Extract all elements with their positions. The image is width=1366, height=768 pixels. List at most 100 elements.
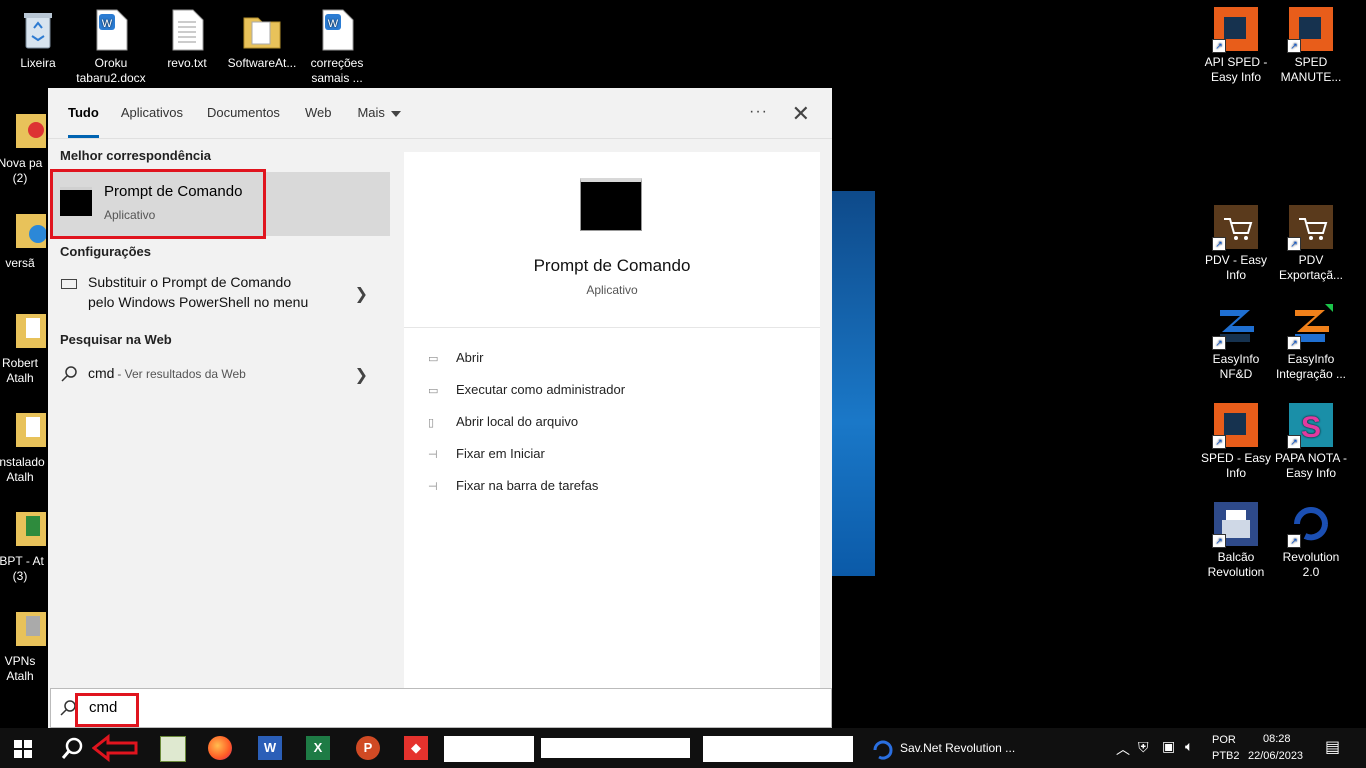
search-box[interactable]: cmd <box>50 688 832 728</box>
desktop-icon-softwareat[interactable]: SoftwareAt... <box>224 8 300 71</box>
search-icon[interactable] <box>60 737 84 761</box>
web-search-item[interactable]: cmd - Ver resultados da Web ❯ <box>48 363 388 387</box>
folder-shortcut-icon <box>16 506 46 550</box>
sped-app-icon: ↗ <box>1212 7 1258 53</box>
desktop-icon-lixeira[interactable]: Lixeira <box>0 8 76 71</box>
desktop-icon-oroku-docx[interactable]: W Oroku tabaru2.docx <box>73 8 149 86</box>
more-options-icon[interactable]: ··· <box>749 103 768 121</box>
sped-app-icon: ↗ <box>1287 7 1333 53</box>
powerpoint-icon[interactable]: P <box>356 736 380 760</box>
tab-web[interactable]: Web <box>305 88 332 138</box>
tab-aplicativos[interactable]: Aplicativos <box>121 88 183 138</box>
tab-mais-label: Mais <box>357 105 385 120</box>
shortcut-arrow-icon: ↗ <box>1287 435 1301 449</box>
desktop-icon-label: EasyInfo Integração ... <box>1275 352 1347 381</box>
desktop-icon-label: PDV Exportaçã... <box>1278 253 1344 282</box>
taskbar-app-button[interactable] <box>541 738 690 758</box>
shortcut-arrow-icon: ↗ <box>1287 336 1301 350</box>
recycle-bin-icon <box>16 8 60 52</box>
desktop-icon-instalado[interactable]: Instalado Atalh <box>0 407 52 485</box>
clock-time[interactable]: 08:28 <box>1263 733 1291 745</box>
svg-text:W: W <box>328 18 339 30</box>
shortcut-arrow-icon: ↗ <box>1212 39 1226 53</box>
shortcut-arrow-icon: ↗ <box>1287 534 1301 548</box>
tab-documentos[interactable]: Documentos <box>207 88 280 138</box>
desktop-icon-label: Nova pa (2) <box>0 156 43 185</box>
folder-icon <box>240 8 284 52</box>
windows-start-icon[interactable] <box>14 740 38 764</box>
desktop-icon-robert[interactable]: Robert Atalh <box>0 308 52 386</box>
desktop-icon-vpns[interactable]: VPNs Atalh <box>0 606 52 684</box>
desktop-icon-papa-nota[interactable]: S ↗ PAPA NOTA - Easy Info <box>1273 403 1349 481</box>
config-item-line2: pelo Windows PowerShell no menu <box>88 294 309 310</box>
language-secondary[interactable]: PTB2 <box>1212 750 1240 762</box>
chevron-up-icon[interactable]: ︿ <box>1116 739 1130 759</box>
volume-icon[interactable]: 🔈︎ <box>1185 738 1193 755</box>
network-icon[interactable]: ▣ <box>1162 738 1175 755</box>
word-document-icon: W <box>89 8 133 52</box>
desktop-icon-versao[interactable]: versã <box>0 208 52 271</box>
best-match-title: Prompt de Comando <box>104 183 243 200</box>
clock-date[interactable]: 22/06/2023 <box>1248 750 1303 762</box>
firefox-icon[interactable] <box>208 736 232 760</box>
action-label: Abrir local do arquivo <box>456 414 579 429</box>
action-pin-taskbar[interactable]: ⊣ Fixar na barra de tarefas <box>428 478 598 493</box>
desktop-icon-ibpt[interactable]: IBPT - At (3) <box>0 506 52 584</box>
desktop-icon-label: revo.txt <box>167 56 207 70</box>
web-query: cmd <box>88 365 115 381</box>
pin-icon: ⊣ <box>428 481 438 493</box>
desktop-icon-sped-manute[interactable]: ↗ SPED MANUTE... <box>1273 7 1349 85</box>
search-panel: Tudo Aplicativos Documentos Web Mais ···… <box>48 88 832 728</box>
desktop-icon-nova-pasta[interactable]: Nova pa (2) <box>0 108 52 186</box>
desktop-icon-label: PAPA NOTA - Easy Info <box>1274 451 1348 480</box>
action-label: Fixar em Iniciar <box>456 446 545 461</box>
cash-register-icon: ↗ <box>1212 502 1258 548</box>
desktop-icon-revo-txt[interactable]: revo.txt <box>149 8 225 71</box>
svg-text:S: S <box>1301 411 1321 444</box>
notification-icon[interactable]: ▤ <box>1325 737 1340 757</box>
command-prompt-icon <box>580 178 642 231</box>
action-run-as-admin[interactable]: ▭ Executar como administrador <box>428 382 625 397</box>
desktop-icon-pdv-exportacao[interactable]: ↗ PDV Exportaçã... <box>1273 205 1349 283</box>
close-icon[interactable]: ✕ <box>792 101 810 127</box>
language-primary[interactable]: POR <box>1212 734 1236 746</box>
text-file-icon <box>165 8 209 52</box>
best-match-item[interactable]: Prompt de Comando Aplicativo <box>50 169 390 239</box>
desktop-icon-revolution[interactable]: ↗ Revolution 2.0 <box>1273 502 1349 580</box>
action-pin-start[interactable]: ⊣ Fixar em Iniciar <box>428 446 545 461</box>
notepad-app-icon[interactable] <box>160 736 186 762</box>
desktop-icon-api-sped[interactable]: ↗ API SPED - Easy Info <box>1198 7 1274 85</box>
desktop-icon-correcoes[interactable]: W correções samais ... <box>299 8 375 86</box>
anydesk-icon[interactable]: ◆ <box>404 736 428 760</box>
desktop-icon-balcao-revolution[interactable]: ↗ Balcão Revolution <box>1198 502 1274 580</box>
desktop-icon-pdv-easy[interactable]: ↗ PDV - Easy Info <box>1198 205 1274 283</box>
best-match-subtitle: Aplicativo <box>104 208 156 222</box>
desktop-icon-sped-easy[interactable]: ↗ SPED - Easy Info <box>1198 403 1274 481</box>
word-icon[interactable]: W <box>258 736 282 760</box>
web-suffix: - Ver resultados da Web <box>114 367 246 381</box>
preview-pane: Prompt de Comando Aplicativo ▭ Abrir ▭ Exe… <box>404 152 820 688</box>
divider <box>404 327 820 328</box>
taskbar-app-button[interactable] <box>703 736 853 762</box>
taskbar-app-savnet[interactable]: Sav.Net Revolution ... <box>870 736 1020 762</box>
shopping-cart-icon: ↗ <box>1287 205 1333 251</box>
section-header-web: Pesquisar na Web <box>60 332 172 347</box>
shield-icon[interactable]: ⛨ <box>1138 739 1149 756</box>
sped-app-icon: ↗ <box>1212 403 1258 449</box>
search-input[interactable]: cmd <box>89 699 117 716</box>
desktop-icon-easyinfo-integracao[interactable]: ↗ EasyInfo Integração ... <box>1273 304 1349 382</box>
desktop-icon-label: Revolution 2.0 <box>1282 550 1340 579</box>
chevron-right-icon: ❯ <box>354 367 368 384</box>
tab-mais[interactable]: Mais <box>357 88 401 138</box>
excel-icon[interactable]: X <box>306 736 330 760</box>
pin-icon: ⊣ <box>428 449 438 461</box>
tab-tudo[interactable]: Tudo <box>68 88 99 138</box>
config-item[interactable]: Substituir o Prompt de Comando pelo Wind… <box>48 274 388 318</box>
taskbar-app-button[interactable] <box>444 736 534 762</box>
action-open-file-location[interactable]: ▯ Abrir local do arquivo <box>428 414 578 429</box>
easyinfo-app-icon: ↗ <box>1287 304 1333 350</box>
action-abrir[interactable]: ▭ Abrir <box>428 350 483 365</box>
desktop-icon-easyinfo-nfd[interactable]: ↗ EasyInfo NF&D <box>1198 304 1274 382</box>
preview-title: Prompt de Comando <box>533 256 691 275</box>
folder-shortcut-icon <box>16 606 46 650</box>
